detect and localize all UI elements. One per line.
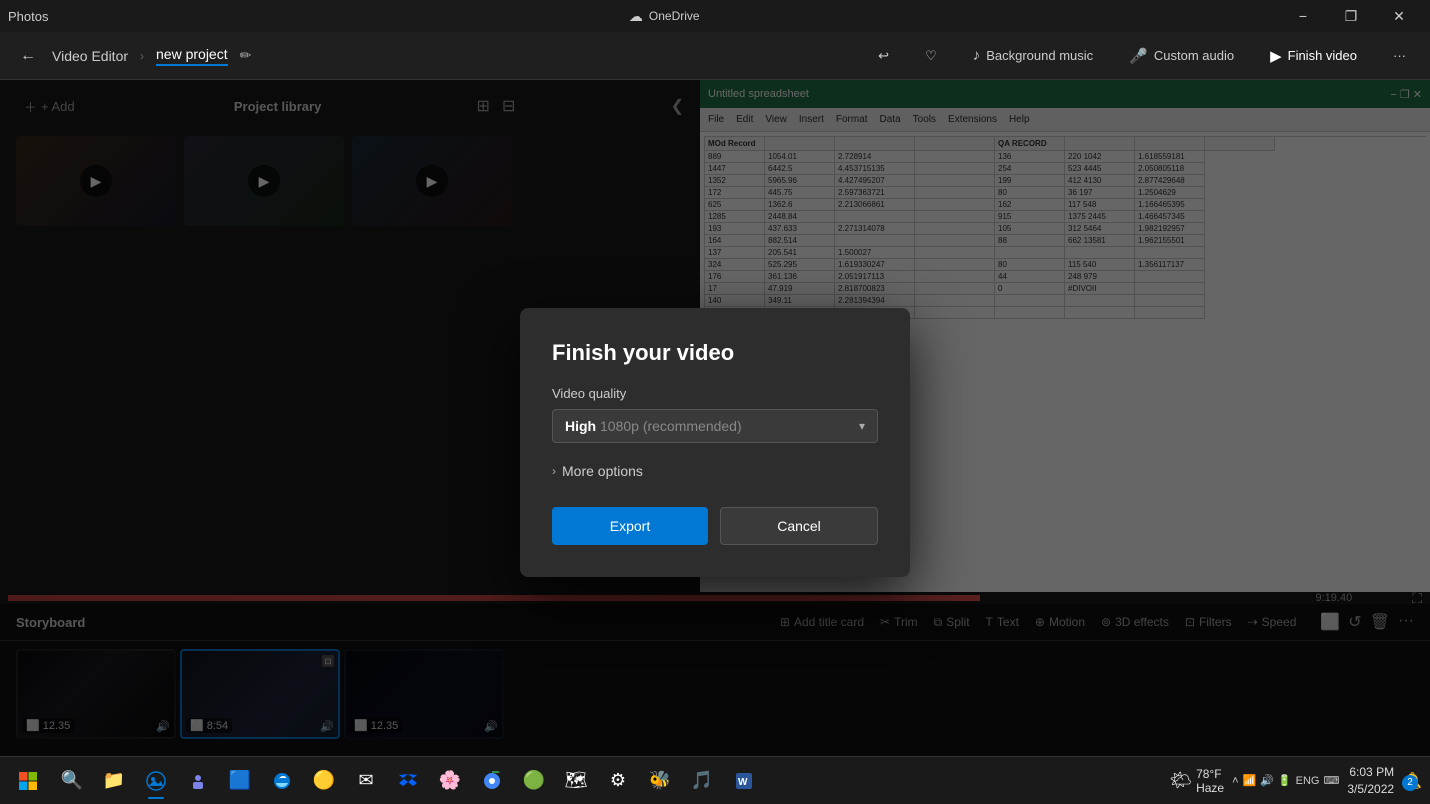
title-bar-controls: − ❐ ✕ [1280, 0, 1422, 32]
svg-text:W: W [738, 777, 748, 788]
maximize-button[interactable]: ❐ [1328, 0, 1374, 32]
app-toolbar: ← Video Editor › new project ✏ ↩ ♡ ♪ Bac… [0, 32, 1430, 80]
edit-icon[interactable]: ✏ [240, 47, 252, 64]
teams-logo-icon [188, 771, 208, 791]
mail-icon[interactable]: ✉ [346, 761, 386, 801]
sun-icon: 🌤 [1169, 770, 1192, 791]
folder-yellow-icon[interactable]: 🟡 [304, 761, 344, 801]
more-options-button[interactable]: › More options [552, 459, 878, 483]
modal-buttons: Export Cancel [552, 507, 878, 545]
clock-date: 3/5/2022 [1347, 781, 1394, 798]
keyboard-icon: ⌨ [1323, 774, 1339, 787]
weather-widget[interactable]: 🌤 78°F Haze [1169, 767, 1224, 795]
settings-icon[interactable]: ⚙ [598, 761, 638, 801]
word-logo-icon: W [734, 771, 754, 791]
cancel-button[interactable]: Cancel [720, 507, 878, 545]
heart-icon: ♡ [925, 48, 937, 64]
undo-icon: ↩ [878, 48, 889, 64]
notification-area[interactable]: 🔔 2 [1402, 771, 1422, 791]
quality-value: High 1080p (recommended) [565, 418, 742, 434]
undo-button[interactable]: ↩ [870, 44, 897, 68]
title-bar: Photos ☁ OneDrive − ❐ ✕ [0, 0, 1430, 32]
finish-video-button[interactable]: ▶ Finish video [1262, 43, 1365, 69]
photos-icon [146, 771, 166, 791]
export-button[interactable]: Export [552, 507, 708, 545]
temperature: 78°F [1196, 767, 1224, 781]
clock-widget[interactable]: 6:03 PM 3/5/2022 [1347, 764, 1394, 798]
search-taskbar-icon[interactable]: 🔍 [52, 761, 92, 801]
taskbar-icon-16[interactable]: 🎵 [682, 761, 722, 801]
onedrive-label: OneDrive [649, 9, 700, 23]
chrome-logo-icon [482, 771, 502, 791]
onedrive-area: ☁ OneDrive [629, 8, 700, 25]
dropbox-logo-icon [398, 771, 418, 791]
taskbar-icon-15[interactable]: 🐝 [640, 761, 680, 801]
modal-title: Finish your video [552, 340, 878, 366]
start-button[interactable] [8, 761, 48, 801]
condition: Haze [1196, 781, 1224, 795]
photos-app-icon[interactable] [136, 761, 176, 801]
language-label: ENG [1296, 775, 1320, 787]
taskbar-app-icons: 🔍 📁 🟦 🟡 ✉ [52, 761, 1165, 801]
minimize-button[interactable]: − [1280, 0, 1326, 32]
favorite-button[interactable]: ♡ [917, 44, 945, 68]
quality-resolution: 1080p (recommended) [600, 418, 742, 434]
file-explorer-icon[interactable]: 📁 [94, 761, 134, 801]
dropbox-icon[interactable] [388, 761, 428, 801]
back-button[interactable]: ← [16, 43, 40, 69]
bg-music-label: Background music [986, 48, 1093, 63]
main-content: ＋ + Add Project library ⊞ ⊟ ❮ ▶ ▶ [0, 80, 1430, 804]
close-button[interactable]: ✕ [1376, 0, 1422, 32]
battery-icon: 🔋 [1278, 774, 1292, 787]
taskbar-icon-5[interactable]: 🟦 [220, 761, 260, 801]
video-icon: ▶ [1270, 47, 1282, 65]
app-title-text: Photos [8, 9, 48, 24]
music-icon: ♪ [973, 47, 981, 64]
taskbar-icon-10[interactable]: 🌸 [430, 761, 470, 801]
word-icon[interactable]: W [724, 761, 764, 801]
app-title: Video Editor [52, 48, 128, 64]
taskbar: 🔍 📁 🟦 🟡 ✉ [0, 756, 1430, 804]
cloud-icon: ☁ [629, 8, 643, 25]
chevron-right-icon: › [552, 464, 556, 478]
toolbar-actions: ↩ ♡ ♪ Background music 🎤 Custom audio ▶ … [870, 43, 1414, 69]
quality-high: High [565, 418, 596, 434]
more-icon: ··· [1393, 48, 1406, 63]
sound-icon[interactable]: 🔊 [1260, 774, 1274, 787]
system-tray: ˄ 📶 🔊 🔋 ENG ⌨ [1232, 774, 1339, 787]
teams-icon[interactable] [178, 761, 218, 801]
edge-logo-icon [272, 771, 292, 791]
windows-logo-icon [18, 771, 38, 791]
project-name: new project [156, 46, 228, 66]
more-options-toolbar-button[interactable]: ··· [1385, 44, 1414, 67]
more-options-label: More options [562, 463, 643, 479]
title-bar-left: Photos [8, 9, 48, 24]
background-music-button[interactable]: ♪ Background music [965, 43, 1101, 68]
taskbar-icon-13[interactable]: 🗺 [556, 761, 596, 801]
edge-icon[interactable] [262, 761, 302, 801]
expand-tray-button[interactable]: ˄ [1232, 775, 1238, 787]
modal-overlay: Finish your video Video quality High 108… [0, 80, 1430, 804]
custom-audio-label: Custom audio [1154, 48, 1234, 63]
clock-time: 6:03 PM [1347, 764, 1394, 781]
quality-select[interactable]: High 1080p (recommended) ▾ [552, 409, 878, 443]
weather-info: 78°F Haze [1196, 767, 1224, 795]
taskbar-icon-12[interactable]: 🟢 [514, 761, 554, 801]
chevron-down-icon: ▾ [859, 419, 865, 433]
finish-video-label: Finish video [1288, 48, 1357, 63]
audio-icon: 🎤 [1129, 47, 1148, 65]
custom-audio-button[interactable]: 🎤 Custom audio [1121, 43, 1242, 69]
chrome-icon[interactable] [472, 761, 512, 801]
quality-label: Video quality [552, 386, 878, 401]
breadcrumb-separator: › [140, 49, 144, 63]
wifi-icon[interactable]: 📶 [1243, 774, 1257, 787]
finish-video-modal: Finish your video Video quality High 108… [520, 308, 910, 577]
taskbar-system-tray: 🌤 78°F Haze ˄ 📶 🔊 🔋 ENG ⌨ 6:03 PM 3/5/20… [1169, 764, 1422, 798]
notification-count: 2 [1402, 775, 1418, 791]
